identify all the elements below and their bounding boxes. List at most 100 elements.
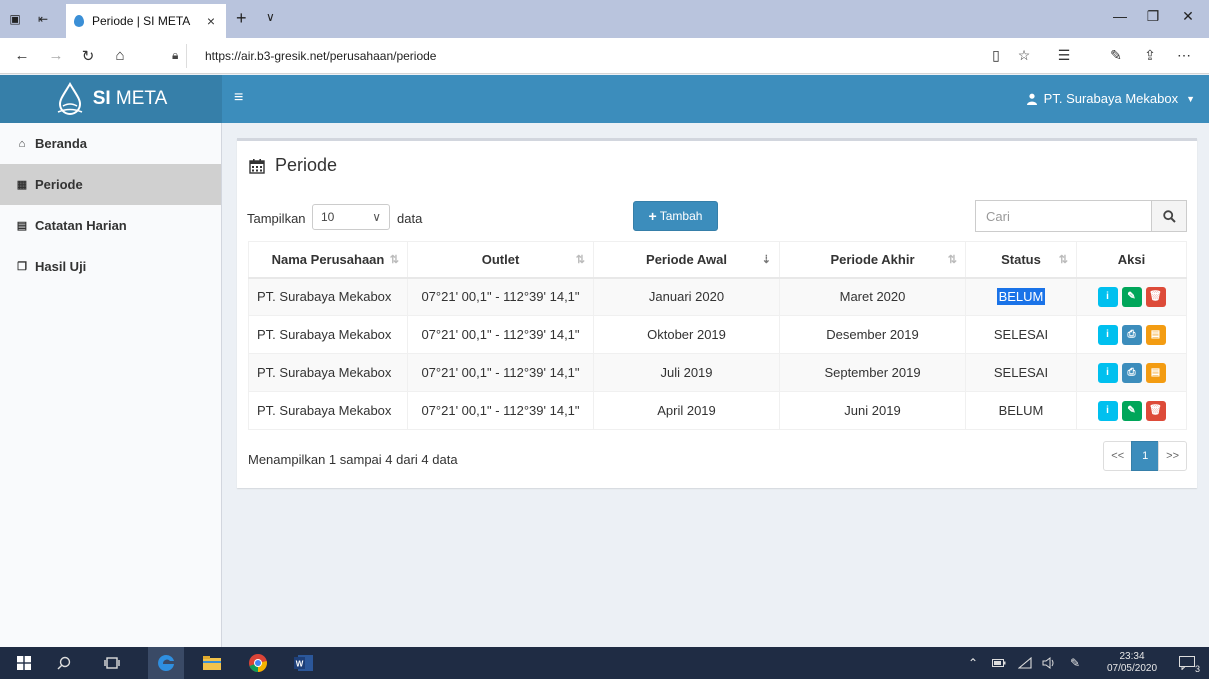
page-length-value: 10 [321,210,335,224]
delete-button[interactable]: 🗑︎ [1145,286,1166,307]
print-button[interactable]: ⎙ [1121,362,1142,383]
word-taskbar-icon[interactable]: W [286,647,322,679]
favorite-star-icon[interactable]: ☆ [1014,47,1034,64]
files-icon: ❐ [17,261,27,273]
cell-status: BELUM [965,391,1077,430]
sort-descending-icon: ⇣ [761,254,771,266]
set-aside-tabs-icon[interactable]: ⇤ [36,12,50,26]
sidebar-item-label: Catatan Harian [35,218,127,233]
sidebar-item-hasil-uji[interactable]: ❐ Hasil Uji [0,246,221,287]
info-button[interactable]: i [1097,324,1118,345]
home-button-icon[interactable]: ⌂ [110,47,130,64]
sidebar-toggle-icon[interactable]: ≡ [234,89,243,107]
file-button[interactable]: ▤ [1145,362,1166,383]
cell-periode-awal: April 2019 [593,391,780,430]
delete-button[interactable]: 🗑︎ [1145,400,1166,421]
favorites-list-icon[interactable]: ☰ [1054,47,1074,64]
info-icon: i [1106,291,1109,303]
more-options-icon[interactable]: ⋯ [1174,47,1194,64]
lock-icon: 🔒︎ [172,48,179,62]
cell-periode-akhir: Maret 2020 [779,277,966,316]
cell-status: SELESAI [965,353,1077,392]
calendar-icon: ▦ [16,179,28,191]
volume-icon[interactable] [1040,647,1058,679]
task-view-icon[interactable] [96,647,128,679]
add-periode-button[interactable]: + Tambah [633,201,718,231]
cell-status: SELESAI [965,315,1077,354]
file-button[interactable]: ▤ [1145,324,1166,345]
add-button-label: Tambah [659,209,703,223]
file-icon: ▤ [1150,329,1161,340]
show-hidden-icons-icon[interactable]: ⌃ [964,647,982,679]
sidebar-item-beranda[interactable]: ⌂ Beranda [0,123,221,164]
table-info: Menampilkan 1 sampai 4 dari 4 data [248,452,458,467]
taskbar-search-icon[interactable] [48,647,80,679]
cell-actions: i ✎ 🗑︎ [1076,391,1187,430]
web-note-pen-icon[interactable]: ✎ [1106,47,1126,64]
cell-actions: i ✎ 🗑︎ [1076,277,1187,316]
browser-tab-bar: ▣ ⇤ Periode | SI META × + ∨ — ❐ ✕ [0,0,1209,38]
pagination-page-1[interactable]: 1 [1131,441,1160,471]
browser-tab-active[interactable]: Periode | SI META × [66,4,226,38]
sort-icon: ⇅ [947,254,957,266]
search-input[interactable] [975,200,1151,232]
minimize-button[interactable]: — [1108,8,1132,24]
back-arrow-icon[interactable]: ← [12,47,32,64]
forward-arrow-icon[interactable]: → [46,47,66,64]
close-window-button[interactable]: ✕ [1176,8,1200,25]
sidebar-item-catatan-harian[interactable]: ▤ Catatan Harian [0,205,221,246]
edit-button[interactable]: ✎ [1121,286,1142,307]
url-field[interactable]: https://air.b3-gresik.net/perusahaan/per… [186,44,976,68]
cell-company: PT. Surabaya Mekabox [248,391,408,430]
pen-workspace-icon[interactable]: ✎ [1066,647,1084,679]
restore-button[interactable]: ❐ [1141,8,1165,25]
address-bar: ← → ↻ ⌂ 🔒︎ https://air.b3-gresik.net/per… [0,38,1209,74]
tab-list-chevron-icon[interactable]: ∨ [266,10,275,24]
cell-actions: i ⎙ ▤ [1076,315,1187,354]
column-header-periode-akhir[interactable]: Periode Akhir ⇅ [779,241,966,279]
cell-outlet: 07°21' 00,1" - 112°39' 14,1" [407,315,594,354]
pagination-prev-button[interactable]: << [1103,441,1133,471]
column-header-nama-perusahaan[interactable]: Nama Perusahaan ⇅ [248,241,408,279]
svg-text:W: W [296,660,304,669]
info-button[interactable]: i [1097,362,1118,383]
sidebar: ⌂ Beranda ▦ Periode ▤ Catatan Harian ❐ H… [0,123,222,647]
page-length-select[interactable]: 10 ∨ [312,204,390,230]
file-explorer-icon[interactable] [194,647,230,679]
app-logo[interactable]: SI META [0,75,222,123]
print-button[interactable]: ⎙ [1121,324,1142,345]
tab-actions-icon[interactable]: ▣ [8,12,22,26]
chrome-taskbar-icon[interactable] [240,647,276,679]
clock-time: 23:34 [1119,651,1145,662]
column-header-periode-awal[interactable]: Periode Awal ⇣ [593,241,780,279]
share-icon[interactable]: ⇪ [1140,47,1160,64]
chevron-down-icon: ∨ [372,210,381,224]
battery-icon[interactable] [990,647,1008,679]
column-header-status[interactable]: Status ⇅ [965,241,1077,279]
action-center-button[interactable]: 3 [1172,647,1202,679]
refresh-icon[interactable]: ↻ [78,47,98,65]
notification-icon [1179,656,1195,670]
edit-button[interactable]: ✎ [1121,400,1142,421]
clock[interactable]: 23:34 07/05/2020 [1100,647,1164,679]
pagination-next-button[interactable]: >> [1158,441,1187,471]
search-button[interactable] [1151,200,1187,232]
column-header-outlet[interactable]: Outlet ⇅ [407,241,594,279]
file-icon: ▤ [1150,367,1161,378]
cell-periode-akhir: September 2019 [779,353,966,392]
table-row: PT. Surabaya Mekabox 07°21' 00,1" - 112°… [248,277,1187,316]
start-button[interactable] [8,647,40,679]
cell-outlet: 07°21' 00,1" - 112°39' 14,1" [407,353,594,392]
new-tab-button[interactable]: + [236,8,247,29]
sidebar-item-label: Hasil Uji [35,259,87,274]
user-menu[interactable]: PT. Surabaya Mekabox ▼ [1026,91,1195,106]
pagination: << 1 >> [1103,441,1187,471]
wifi-icon[interactable] [1016,647,1034,679]
pencil-icon: ✎ [1127,291,1136,303]
info-button[interactable]: i [1097,400,1118,421]
close-tab-icon[interactable]: × [204,13,218,29]
info-button[interactable]: i [1097,286,1118,307]
reading-view-icon[interactable]: ▯ [986,47,1006,64]
sidebar-item-periode[interactable]: ▦ Periode [0,164,221,205]
edge-taskbar-icon[interactable] [148,647,184,679]
